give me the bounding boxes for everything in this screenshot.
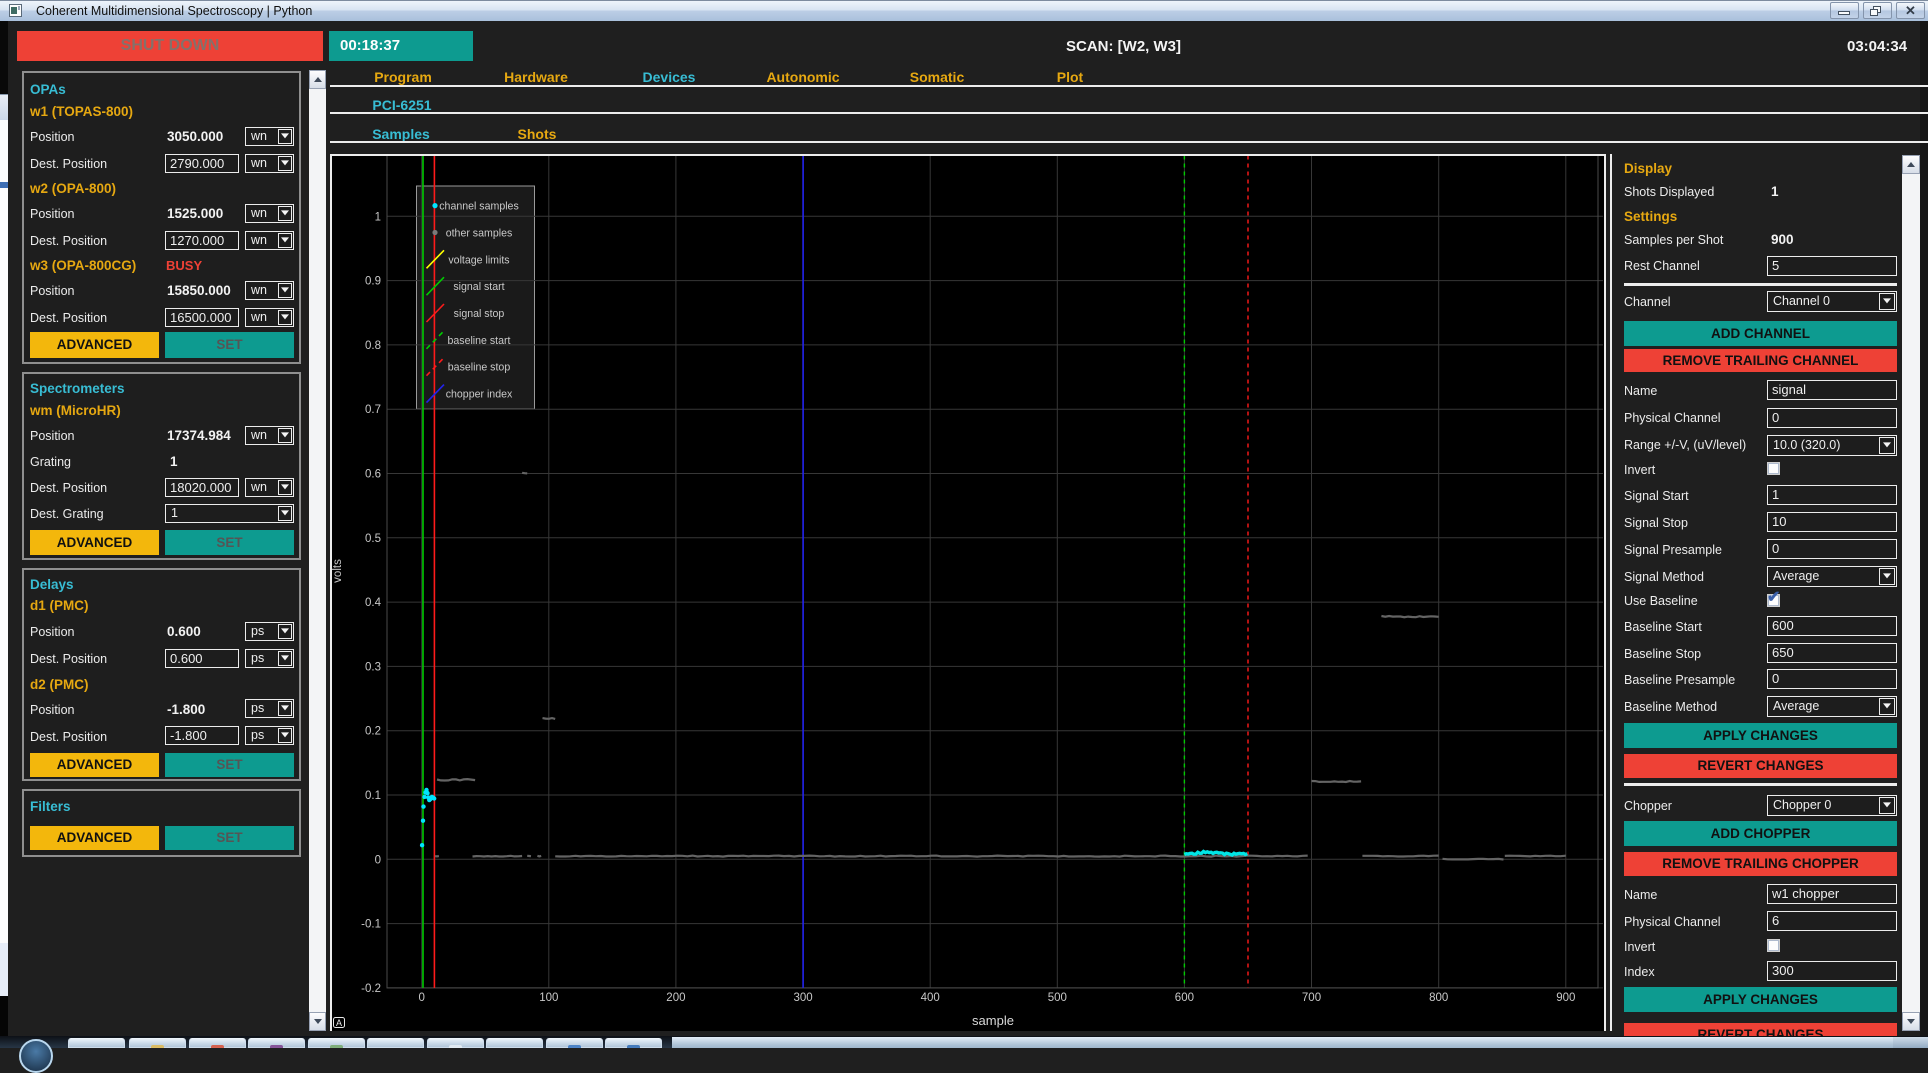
svg-text:baseline stop: baseline stop: [448, 362, 511, 374]
svg-text:900: 900: [1556, 992, 1575, 1004]
svg-text:channel samples: channel samples: [439, 201, 519, 213]
svg-text:other samples: other samples: [446, 228, 513, 240]
svg-text:signal start: signal start: [453, 281, 504, 293]
svg-text:0.9: 0.9: [365, 276, 381, 288]
svg-text:sample: sample: [972, 1013, 1014, 1028]
svg-text:baseline start: baseline start: [447, 335, 510, 347]
svg-text:100: 100: [539, 992, 558, 1004]
svg-text:0.7: 0.7: [365, 404, 381, 416]
svg-text:800: 800: [1429, 992, 1448, 1004]
svg-text:300: 300: [794, 992, 813, 1004]
svg-text:volts: volts: [332, 559, 344, 583]
svg-text:0.2: 0.2: [365, 726, 381, 738]
svg-text:200: 200: [666, 992, 685, 1004]
svg-text:400: 400: [921, 992, 940, 1004]
svg-text:-0.1: -0.1: [361, 919, 381, 931]
svg-text:0.3: 0.3: [365, 661, 381, 673]
svg-text:700: 700: [1302, 992, 1321, 1004]
svg-text:signal stop: signal stop: [454, 308, 505, 320]
svg-text:600: 600: [1175, 992, 1194, 1004]
svg-text:0: 0: [375, 854, 381, 866]
svg-text:0.4: 0.4: [365, 597, 382, 609]
svg-text:-0.2: -0.2: [361, 983, 381, 995]
svg-text:0.5: 0.5: [365, 533, 381, 545]
svg-text:0: 0: [418, 992, 424, 1004]
svg-text:500: 500: [1048, 992, 1067, 1004]
svg-text:chopper index: chopper index: [446, 389, 513, 401]
svg-text:0.6: 0.6: [365, 469, 381, 481]
svg-text:voltage limits: voltage limits: [448, 254, 509, 266]
svg-text:1: 1: [375, 211, 381, 223]
svg-text:A: A: [336, 1018, 342, 1028]
svg-text:0.1: 0.1: [365, 790, 381, 802]
svg-text:0.8: 0.8: [365, 340, 381, 352]
